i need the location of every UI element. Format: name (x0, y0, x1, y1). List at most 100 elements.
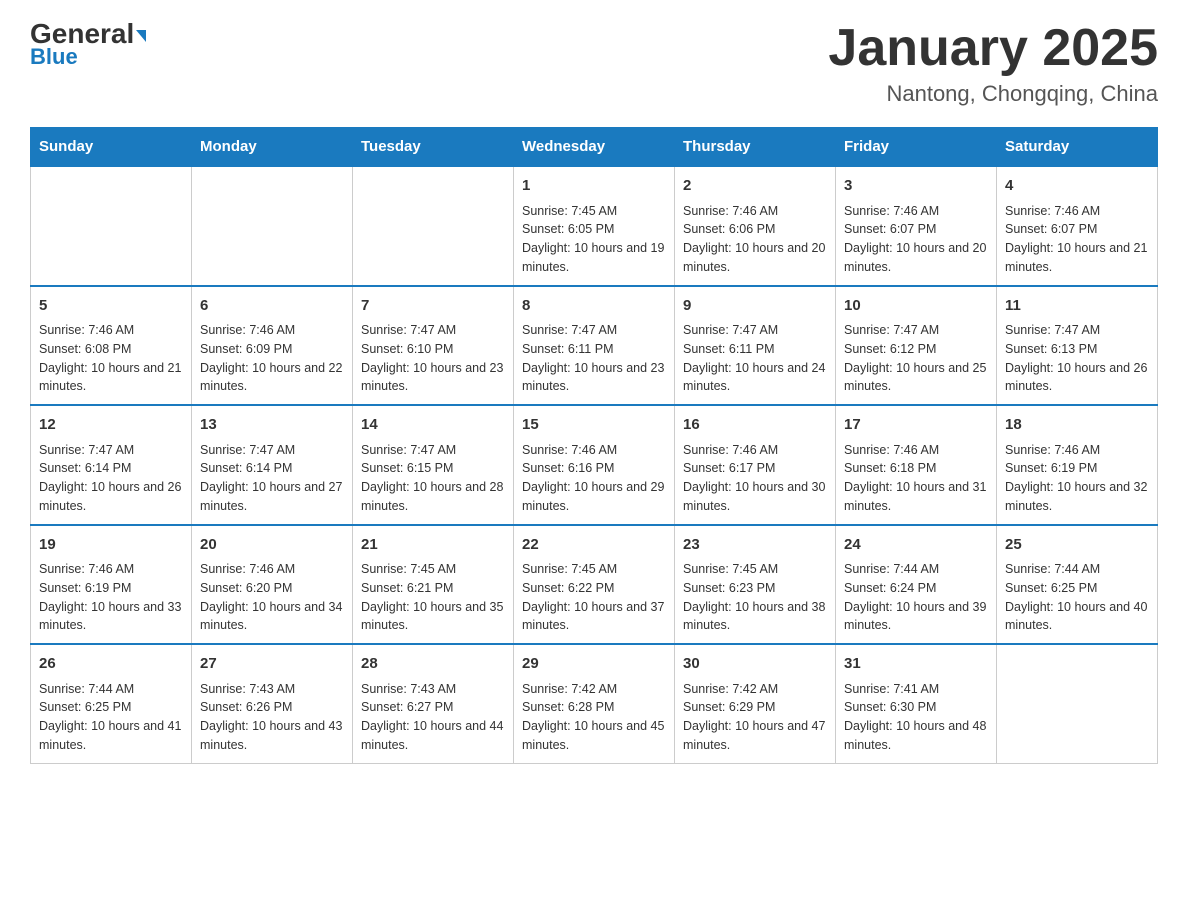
day-info: Sunrise: 7:47 AMSunset: 6:11 PMDaylight:… (683, 321, 827, 396)
calendar-cell: 28Sunrise: 7:43 AMSunset: 6:27 PMDayligh… (353, 644, 514, 763)
day-info: Sunrise: 7:46 AMSunset: 6:19 PMDaylight:… (1005, 441, 1149, 516)
calendar-cell: 29 Sunrise: 7:42 AMSunset: 6:28 PMDayligh… (514, 644, 675, 763)
calendar-cell: 25 Sunrise: 7:44 AMSunset: 6:25 PMDayligh… (997, 525, 1158, 645)
day-info: Sunrise: 7:45 AMSunset: 6:22 PMDaylight:… (522, 560, 666, 635)
day-info: Sunrise: 7:43 AMSunset: 6:26 PMDaylight:… (200, 680, 344, 755)
day-number: 14 (361, 414, 505, 437)
calendar-cell: 30Sunrise: 7:42 AMSunset: 6:29 PMDayligh… (675, 644, 836, 763)
calendar-day-header-sunday: Sunday (31, 128, 192, 167)
calendar-cell: 22 Sunrise: 7:45 AMSunset: 6:22 PMDayligh… (514, 525, 675, 645)
calendar-cell: 18Sunrise: 7:46 AMSunset: 6:19 PMDayligh… (997, 405, 1158, 525)
calendar-cell: 20Sunrise: 7:46 AMSunset: 6:20 PMDayligh… (192, 525, 353, 645)
day-info: Sunrise: 7:46 AMSunset: 6:06 PMDaylight:… (683, 202, 827, 277)
day-number: 10 (844, 295, 988, 318)
calendar-cell: 4Sunrise: 7:46 AMSunset: 6:07 PMDaylight… (997, 166, 1158, 286)
calendar-cell: 21 Sunrise: 7:45 AMSunset: 6:21 PMDayligh… (353, 525, 514, 645)
calendar-cell: 6 Sunrise: 7:46 AMSunset: 6:09 PMDaylight… (192, 286, 353, 406)
day-number: 30 (683, 653, 827, 676)
calendar-cell: 23Sunrise: 7:45 AMSunset: 6:23 PMDayligh… (675, 525, 836, 645)
day-info: Sunrise: 7:47 AMSunset: 6:11 PMDaylight:… (522, 321, 666, 396)
day-number: 5 (39, 295, 183, 318)
calendar-header-row: SundayMondayTuesdayWednesdayThursdayFrid… (31, 128, 1158, 167)
calendar-cell: 27Sunrise: 7:43 AMSunset: 6:26 PMDayligh… (192, 644, 353, 763)
day-number: 6 (200, 295, 344, 318)
calendar-day-header-friday: Friday (836, 128, 997, 167)
calendar-cell: 11Sunrise: 7:47 AMSunset: 6:13 PMDayligh… (997, 286, 1158, 406)
calendar-cell (997, 644, 1158, 763)
calendar-cell: 13 Sunrise: 7:47 AMSunset: 6:14 PMDayligh… (192, 405, 353, 525)
logo-blue: Blue (30, 44, 78, 70)
calendar-table: SundayMondayTuesdayWednesdayThursdayFrid… (30, 127, 1158, 764)
day-number: 13 (200, 414, 344, 437)
day-info: Sunrise: 7:46 AMSunset: 6:16 PMDaylight:… (522, 441, 666, 516)
day-number: 15 (522, 414, 666, 437)
day-number: 1 (522, 175, 666, 198)
day-number: 12 (39, 414, 183, 437)
day-number: 16 (683, 414, 827, 437)
month-title: January 2025 (828, 20, 1158, 77)
calendar-day-header-tuesday: Tuesday (353, 128, 514, 167)
day-number: 3 (844, 175, 988, 198)
calendar-cell: 2 Sunrise: 7:46 AMSunset: 6:06 PMDaylight… (675, 166, 836, 286)
calendar-cell: 10 Sunrise: 7:47 AMSunset: 6:12 PMDayligh… (836, 286, 997, 406)
calendar-cell: 14 Sunrise: 7:47 AMSunset: 6:15 PMDayligh… (353, 405, 514, 525)
calendar-cell (192, 166, 353, 286)
location-title: Nantong, Chongqing, China (828, 81, 1158, 107)
page-header: General Blue January 2025 Nantong, Chong… (30, 20, 1158, 107)
calendar-cell: 9 Sunrise: 7:47 AMSunset: 6:11 PMDaylight… (675, 286, 836, 406)
day-info: Sunrise: 7:45 AMSunset: 6:21 PMDaylight:… (361, 560, 505, 635)
day-info: Sunrise: 7:45 AMSunset: 6:23 PMDaylight:… (683, 560, 827, 635)
day-number: 26 (39, 653, 183, 676)
calendar-week-row: 26Sunrise: 7:44 AMSunset: 6:25 PMDayligh… (31, 644, 1158, 763)
day-info: Sunrise: 7:47 AMSunset: 6:14 PMDaylight:… (200, 441, 344, 516)
calendar-cell: 17Sunrise: 7:46 AMSunset: 6:18 PMDayligh… (836, 405, 997, 525)
calendar-week-row: 19Sunrise: 7:46 AMSunset: 6:19 PMDayligh… (31, 525, 1158, 645)
calendar-cell (31, 166, 192, 286)
day-info: Sunrise: 7:41 AMSunset: 6:30 PMDaylight:… (844, 680, 988, 755)
day-number: 29 (522, 653, 666, 676)
title-block: January 2025 Nantong, Chongqing, China (828, 20, 1158, 107)
day-number: 9 (683, 295, 827, 318)
calendar-cell: 3 Sunrise: 7:46 AMSunset: 6:07 PMDaylight… (836, 166, 997, 286)
day-number: 24 (844, 534, 988, 557)
calendar-day-header-wednesday: Wednesday (514, 128, 675, 167)
calendar-day-header-thursday: Thursday (675, 128, 836, 167)
day-info: Sunrise: 7:46 AMSunset: 6:08 PMDaylight:… (39, 321, 183, 396)
calendar-cell: 31 Sunrise: 7:41 AMSunset: 6:30 PMDayligh… (836, 644, 997, 763)
day-number: 19 (39, 534, 183, 557)
calendar-week-row: 1 Sunrise: 7:45 AMSunset: 6:05 PMDaylight… (31, 166, 1158, 286)
calendar-day-header-saturday: Saturday (997, 128, 1158, 167)
day-info: Sunrise: 7:46 AMSunset: 6:09 PMDaylight:… (200, 321, 344, 396)
day-info: Sunrise: 7:42 AMSunset: 6:28 PMDaylight:… (522, 680, 666, 755)
day-number: 22 (522, 534, 666, 557)
day-info: Sunrise: 7:43 AMSunset: 6:27 PMDaylight:… (361, 680, 505, 755)
day-info: Sunrise: 7:46 AMSunset: 6:18 PMDaylight:… (844, 441, 988, 516)
calendar-cell: 1 Sunrise: 7:45 AMSunset: 6:05 PMDaylight… (514, 166, 675, 286)
calendar-cell: 26Sunrise: 7:44 AMSunset: 6:25 PMDayligh… (31, 644, 192, 763)
calendar-cell: 24 Sunrise: 7:44 AMSunset: 6:24 PMDayligh… (836, 525, 997, 645)
day-number: 21 (361, 534, 505, 557)
day-info: Sunrise: 7:47 AMSunset: 6:13 PMDaylight:… (1005, 321, 1149, 396)
calendar-week-row: 5 Sunrise: 7:46 AMSunset: 6:08 PMDaylight… (31, 286, 1158, 406)
day-info: Sunrise: 7:46 AMSunset: 6:07 PMDaylight:… (1005, 202, 1149, 277)
day-number: 31 (844, 653, 988, 676)
day-number: 7 (361, 295, 505, 318)
day-info: Sunrise: 7:47 AMSunset: 6:15 PMDaylight:… (361, 441, 505, 516)
logo: General Blue (30, 20, 146, 70)
day-number: 25 (1005, 534, 1149, 557)
logo-arrow-icon (136, 30, 146, 42)
day-info: Sunrise: 7:47 AMSunset: 6:12 PMDaylight:… (844, 321, 988, 396)
calendar-cell: 12 Sunrise: 7:47 AMSunset: 6:14 PMDayligh… (31, 405, 192, 525)
day-info: Sunrise: 7:44 AMSunset: 6:24 PMDaylight:… (844, 560, 988, 635)
day-number: 2 (683, 175, 827, 198)
day-info: Sunrise: 7:45 AMSunset: 6:05 PMDaylight:… (522, 202, 666, 277)
day-info: Sunrise: 7:46 AMSunset: 6:07 PMDaylight:… (844, 202, 988, 277)
day-info: Sunrise: 7:46 AMSunset: 6:17 PMDaylight:… (683, 441, 827, 516)
calendar-cell: 7Sunrise: 7:47 AMSunset: 6:10 PMDaylight… (353, 286, 514, 406)
calendar-cell (353, 166, 514, 286)
day-info: Sunrise: 7:44 AMSunset: 6:25 PMDaylight:… (1005, 560, 1149, 635)
day-info: Sunrise: 7:47 AMSunset: 6:14 PMDaylight:… (39, 441, 183, 516)
calendar-cell: 15 Sunrise: 7:46 AMSunset: 6:16 PMDayligh… (514, 405, 675, 525)
day-number: 20 (200, 534, 344, 557)
calendar-cell: 5 Sunrise: 7:46 AMSunset: 6:08 PMDaylight… (31, 286, 192, 406)
